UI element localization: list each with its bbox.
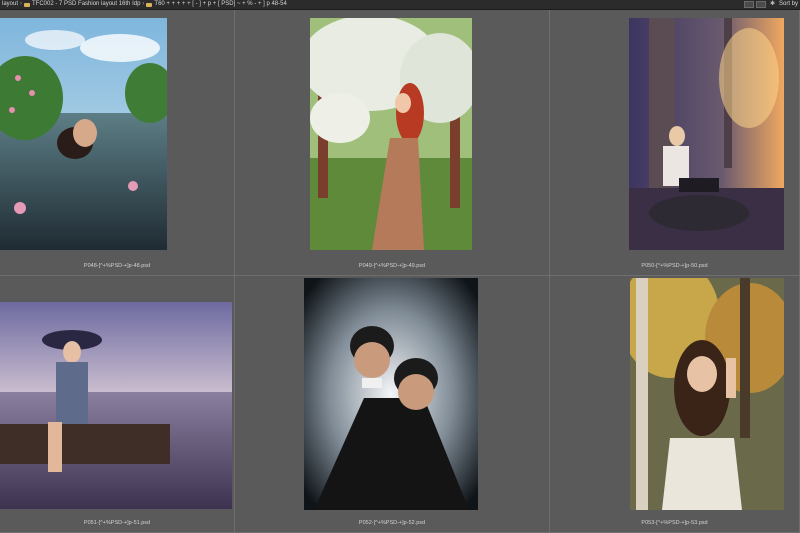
settings-icon[interactable]: ✱ <box>770 0 775 9</box>
thumbnail-cell[interactable]: P050-[^+%PSD-+]p-50.psd <box>550 10 800 276</box>
view-toggle-icon[interactable] <box>755 1 766 8</box>
sort-label[interactable]: Sort by <box>779 0 798 9</box>
chevron-right-icon: › <box>142 1 145 7</box>
thumbnail-grid: P048-[^+%PSD-+]p-48.psd P049-[^+%PSD-+]p… <box>0 10 800 533</box>
filename-label: P051-[^+%PSD-+]p-51.psd <box>83 520 151 526</box>
thumbnail-image[interactable] <box>304 278 478 510</box>
thumbnail-image[interactable] <box>630 278 784 510</box>
thumbnail-cell[interactable]: P048-[^+%PSD-+]p-48.psd <box>0 10 235 276</box>
filename-label: P049-[^+%PSD-+]p-49.psd <box>358 263 426 269</box>
breadcrumb: layout › TFC002 - 7 PSD Fashion layout 1… <box>2 0 287 9</box>
filename-label: P053-[^+%PSD-+]p-53.psd <box>641 520 708 526</box>
thumbnail-image[interactable] <box>310 18 472 250</box>
thumbnail-cell[interactable]: P049-[^+%PSD-+]p-49.psd <box>235 10 550 276</box>
folder-icon <box>146 2 153 7</box>
filename-label: P050-[^+%PSD-+]p-50.psd <box>641 263 708 269</box>
breadcrumb-layout[interactable]: layout <box>2 0 18 9</box>
filename-label: P048-[^+%PSD-+]p-48.psd <box>83 263 151 269</box>
filename-label: P052-[^+%PSD-+]p-52.psd <box>358 520 426 526</box>
path-bar: layout › TFC002 - 7 PSD Fashion layout 1… <box>0 0 800 10</box>
thumbnail-cell[interactable]: P052-[^+%PSD-+]p-52.psd <box>235 276 550 533</box>
thumbnail-image[interactable] <box>629 18 784 250</box>
folder-icon <box>24 2 31 7</box>
thumbnail-cell[interactable]: P053-[^+%PSD-+]p-53.psd <box>550 276 800 533</box>
thumbnail-cell[interactable]: P051-[^+%PSD-+]p-51.psd <box>0 276 235 533</box>
breadcrumb-folder[interactable]: TFC002 - 7 PSD Fashion layout 16th Idp <box>32 0 140 9</box>
toolbar-right: ✱ Sort by <box>742 0 798 9</box>
chevron-right-icon: › <box>20 1 23 7</box>
thumbnail-image[interactable] <box>0 302 232 509</box>
view-toggle-icon[interactable] <box>743 1 754 8</box>
thumbnail-image[interactable] <box>0 18 167 250</box>
breadcrumb-subfolder[interactable]: T60 + + + + + [ - ] + p + [ PSD] ~ + % -… <box>154 0 286 9</box>
